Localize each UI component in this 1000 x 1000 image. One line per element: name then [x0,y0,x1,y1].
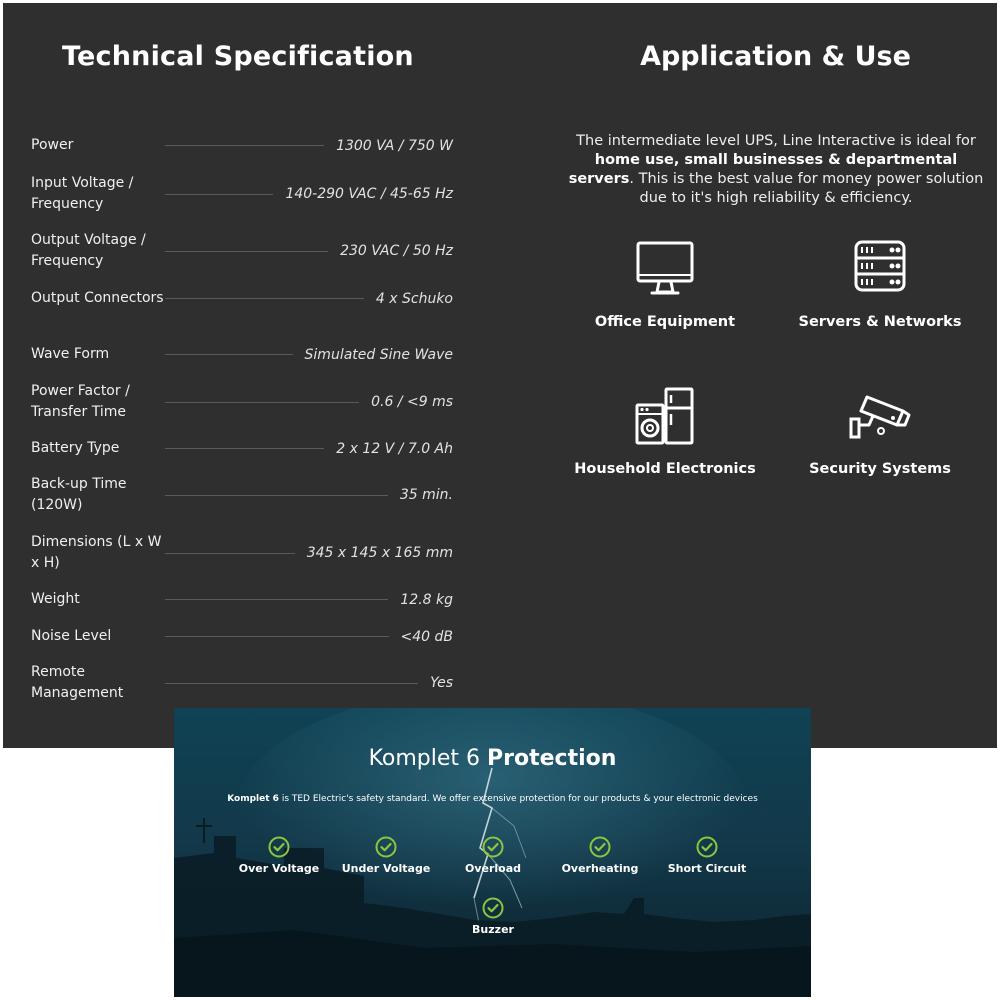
spec-row-power: Power 1300 VA / 750 W [31,135,453,156]
application-label: Security Systems [809,461,951,477]
spec-label: Output Connectors [31,290,164,306]
spec-label: Remote Management [31,664,124,701]
feature-label: Short Circuit [667,862,747,875]
feature-over-voltage: Over Voltage [224,836,334,875]
spec-value: 0.6 / <9 ms [371,394,453,410]
application-label: Office Equipment [594,314,736,330]
monitor-icon [636,241,694,295]
feature-buzzer: Buzzer [438,897,548,936]
check-circle-icon [268,836,290,858]
check-circle-icon [482,897,504,919]
application-label: Household Electronics [574,461,756,477]
spec-label: Power [31,137,74,153]
feature-short-circuit: Short Circuit [652,836,762,875]
spec-row-noise-level: Noise Level <40 dB [31,626,453,647]
spec-label: Battery Type [31,440,120,456]
spec-row-input-voltage: Input Voltage / Frequency 140-290 VAC / … [31,173,453,215]
feature-label: Overheating [561,862,639,875]
spec-row-backup-time: Back-up Time (120W) 35 min. [31,474,453,516]
spec-label: Power Factor / Transfer Time [31,383,130,420]
spec-value: 4 x Schuko [375,290,453,307]
spec-label: Wave Form [31,346,110,362]
spec-value: 12.8 kg [400,591,453,608]
check-circle-icon [482,836,504,858]
feature-label: Overload [464,862,522,875]
application-label: Servers & Networks [798,314,962,330]
spec-row-weight: Weight 12.8 kg [31,589,453,610]
spec-value: 345 x 145 x 165 mm [306,545,453,561]
spec-value: 230 VAC / 50 Hz [340,243,453,259]
spec-row-output-connectors: Output Connectors 4 x Schuko [31,288,453,309]
spec-divider [165,298,364,299]
protection-subtitle-bold: Komplet 6 [227,794,279,804]
application-use-title: Application & Use [640,41,911,72]
spec-row-dimensions: Dimensions (L x W x H) 345 x 145 x 165 m… [31,532,453,574]
spec-value: Simulated Sine Wave [304,346,453,363]
spec-value: 140-290 VAC / 45-65 Hz [285,186,453,202]
spec-value: 1300 VA / 750 W [336,137,453,154]
feature-overheating: Overheating [545,836,655,875]
spec-value: 2 x 12 V / 7.0 Ah [336,440,453,457]
komplet-6-protection-banner: Komplet 6 Protection Komplet 6 is TED El… [174,708,811,997]
protection-subtitle: Komplet 6 is TED Electric's safety stand… [174,794,811,804]
spec-row-output-voltage: Output Voltage / Frequency 230 VAC / 50 … [31,230,453,272]
application-description: The intermediate level UPS, Line Interac… [561,132,991,208]
spec-divider [165,145,325,146]
spec-label: Noise Level [31,628,112,644]
spec-divider [165,448,325,449]
protection-title-bold: Protection [487,746,617,771]
description-outro: . This is the best value for money power… [629,171,984,206]
description-intro: The intermediate level UPS, Line Interac… [576,133,976,149]
spec-row-wave-form: Wave Form Simulated Sine Wave [31,344,453,365]
application-security-systems: Security Systems [775,385,985,477]
spec-value: Yes [430,675,453,691]
protection-subtitle-rest: is TED Electric's safety standard. We of… [278,794,758,804]
spec-divider [165,636,389,637]
appliances-icon [635,387,694,445]
application-servers-networks: Servers & Networks [775,238,985,330]
feature-overload: Overload [438,836,548,875]
spec-divider [165,494,388,496]
server-rack-icon [854,240,906,292]
spec-label: Back-up Time (120W) [31,476,127,513]
spec-divider [165,193,274,195]
spec-divider [165,401,360,403]
spec-divider [165,354,293,355]
spec-label: Input Voltage / Frequency [31,175,134,212]
feature-label: Under Voltage [341,862,431,875]
spec-row-remote-management: Remote Management Yes [31,662,453,704]
spec-label: Dimensions (L x W x H) [31,534,162,571]
spec-divider [165,682,419,684]
spec-divider [165,250,329,252]
spec-label: Output Voltage / Frequency [31,232,146,269]
spec-row-power-factor: Power Factor / Transfer Time 0.6 / <9 ms [31,381,453,423]
spec-row-battery-type: Battery Type 2 x 12 V / 7.0 Ah [31,438,453,459]
protection-title-light: Komplet 6 [368,746,488,771]
security-camera-icon [849,395,911,439]
protection-title: Komplet 6 Protection [174,746,811,771]
feature-label: Buzzer [472,923,514,936]
check-circle-icon [696,836,718,858]
application-office-equipment: Office Equipment [560,238,770,330]
check-circle-icon [375,836,397,858]
spec-value: <40 dB [400,628,454,645]
check-circle-icon [589,836,611,858]
spec-label: Weight [31,591,80,607]
spec-value: 35 min. [399,487,453,503]
application-household-electronics: Household Electronics [560,385,770,477]
feature-under-voltage: Under Voltage [331,836,441,875]
technical-specification-title: Technical Specification [62,41,414,72]
product-info-panel: Technical Specification Power 1300 VA / … [3,3,997,748]
spec-divider [165,552,295,554]
spec-divider [165,599,389,600]
feature-label: Over Voltage [238,862,320,875]
